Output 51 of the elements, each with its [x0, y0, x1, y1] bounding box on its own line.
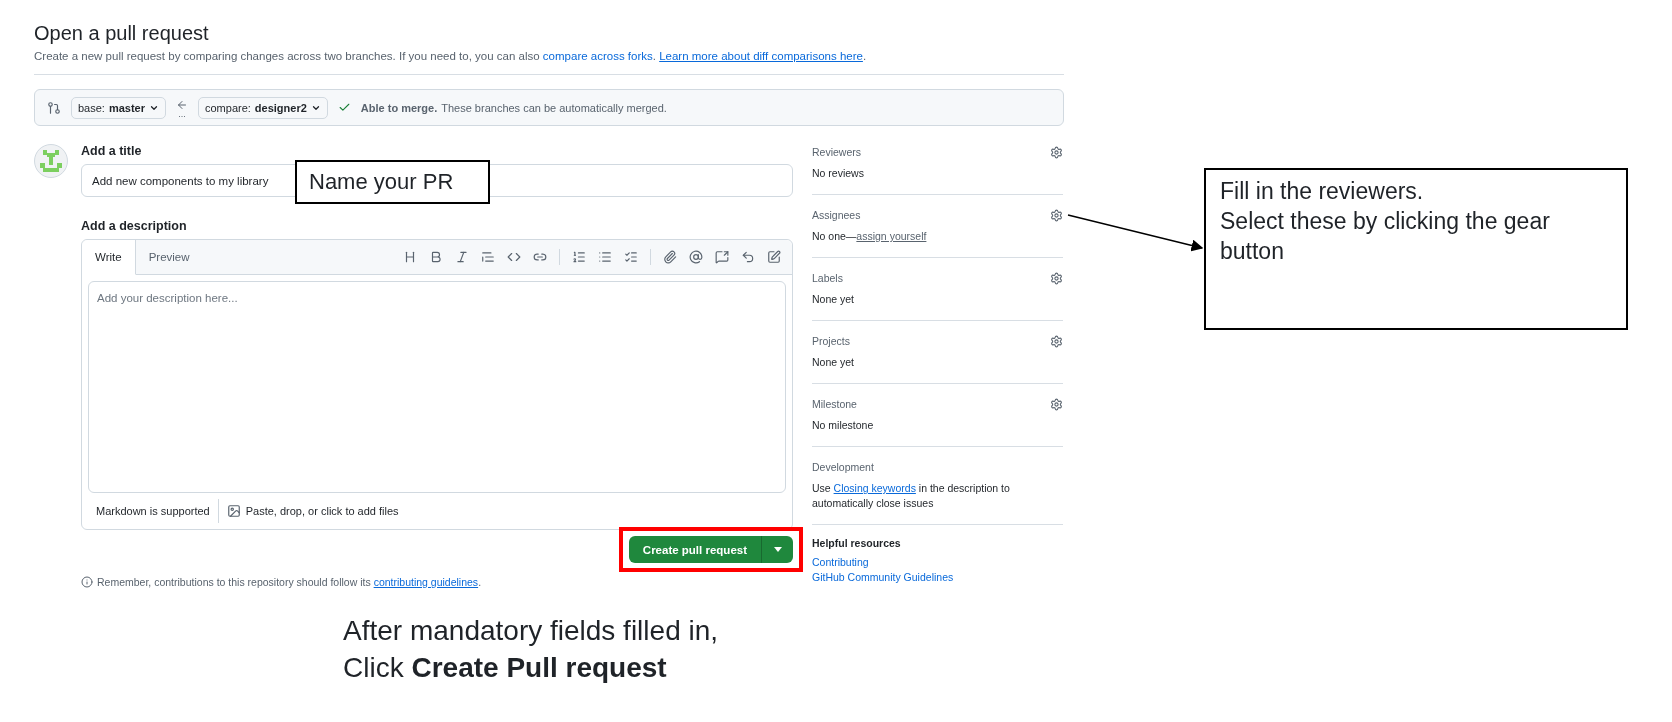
instruction-text: After mandatory fields filled in, Click Create Pull request [343, 614, 719, 685]
settings-icon[interactable] [1050, 271, 1063, 285]
callout-text: Select these by clicking the gear button [1220, 207, 1551, 266]
link[interactable]: compare across forks [542, 50, 653, 62]
section-value: No milestone [812, 418, 875, 433]
resource-link[interactable]: GitHub Community Guidelines [812, 570, 1063, 585]
markdown-note: Markdown is supported [95, 504, 211, 519]
section-heading: Assignees [812, 209, 861, 221]
caret-icon [773, 547, 782, 552]
compare-branch-button[interactable]: compare: designer2 [198, 96, 328, 119]
section-value: None yet [812, 355, 856, 370]
section-value: No reviews [812, 166, 865, 181]
section-value: None yet [812, 292, 856, 307]
settings-icon[interactable] [1050, 397, 1063, 411]
base-branch-button[interactable]: base: master [71, 96, 166, 119]
section-heading: Development [812, 461, 874, 473]
description-label: Add a description [81, 219, 188, 233]
check-icon [337, 101, 351, 114]
section-heading: Helpful resources [812, 537, 902, 549]
resource-link[interactable]: Contributing [812, 555, 1063, 570]
arrow-left-icon [176, 98, 188, 111]
section-heading: Projects [812, 335, 850, 347]
settings-icon[interactable] [1050, 208, 1063, 222]
contribution-note: Remember, contributions to this repository should follow its contributing guidelines. [81, 576, 793, 588]
info-icon [81, 576, 93, 588]
callout-text: Fill in the reviewers. [1220, 177, 1425, 206]
section-value: No one—assign yourself [812, 229, 928, 244]
section-heading: Reviewers [812, 146, 861, 158]
link[interactable]: Closing keywords [833, 482, 916, 494]
avatar-icon [34, 144, 68, 178]
settings-icon[interactable] [1050, 334, 1063, 348]
section-heading: Labels [812, 272, 843, 284]
dots: ... [178, 110, 186, 117]
editor-tab[interactable]: Write [82, 240, 136, 275]
editor-tab[interactable]: Preview [135, 240, 204, 275]
page-title: Open a pull request [34, 21, 210, 46]
title-label: Add a title [81, 144, 143, 158]
attach-files-button[interactable]: Paste, drop, or click to add files [218, 499, 407, 523]
merge-status: Able to merge. These branches can be automatically merged. [360, 101, 667, 114]
section-heading: Milestone [812, 398, 857, 410]
dropdown-button[interactable] [761, 536, 793, 563]
description-field[interactable]: Add your description here... [88, 281, 786, 493]
link[interactable]: assign yourself [856, 230, 927, 242]
section-value: Use Closing keywords in the description to automatically close issues [812, 481, 1011, 511]
callout: Name your PR [295, 160, 490, 204]
page-description: Create a new pull request by comparing changes across two branches. If you need to, you can also compare across forks. Learn more about diff comparisons here. [34, 50, 868, 62]
settings-icon[interactable] [1050, 145, 1063, 159]
image-icon [226, 504, 241, 518]
link[interactable]: Learn more about diff comparisons here [659, 50, 863, 62]
compare-icon [47, 100, 61, 115]
create-pull-request-button[interactable]: Create pull request [628, 536, 761, 563]
